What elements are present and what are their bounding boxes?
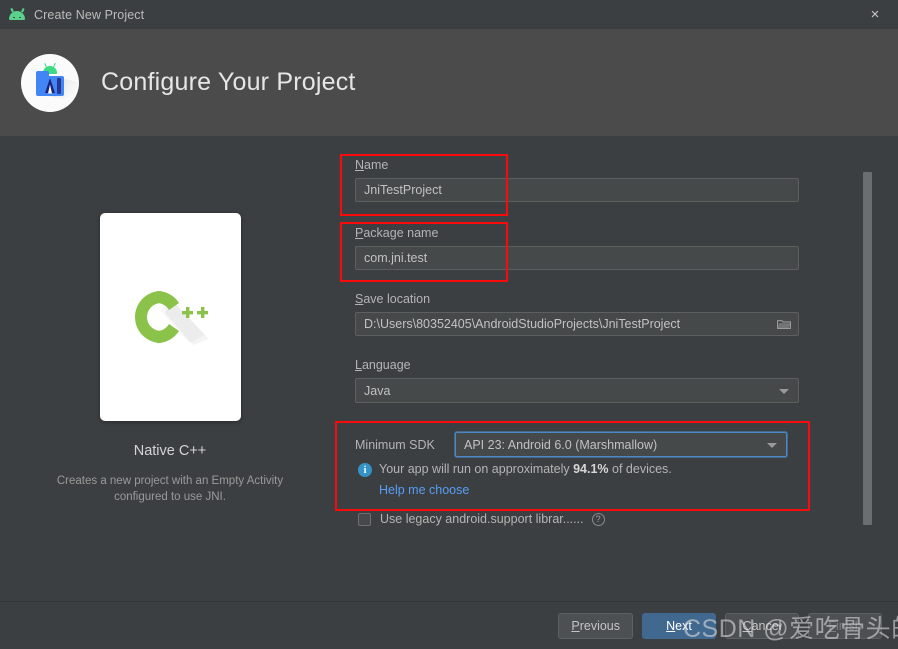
- next-button[interactable]: Next: [642, 613, 716, 639]
- page-title: Configure Your Project: [101, 68, 356, 96]
- name-label: Name: [355, 158, 389, 172]
- android-studio-logo-icon: [21, 53, 79, 112]
- folder-icon[interactable]: [777, 319, 791, 330]
- field-save-location: Save location D:\Users\80352405\AndroidS…: [355, 292, 799, 336]
- sdk-coverage-note: i Your app will run on approximately 94.…: [358, 462, 672, 477]
- help-icon[interactable]: ?: [591, 512, 605, 526]
- package-name-label: Package name: [355, 226, 439, 240]
- field-minimum-sdk: Minimum SDK API 23: Android 6.0 (Marshma…: [355, 432, 787, 457]
- scrollbar-thumb[interactable]: [863, 172, 872, 525]
- dialog-body: Native C++ Creates a new project with an…: [0, 136, 898, 601]
- dialog-header: Configure Your Project: [0, 29, 898, 136]
- cancel-button[interactable]: Cancel: [725, 613, 799, 639]
- legacy-support-checkbox[interactable]: [358, 512, 371, 526]
- previous-button[interactable]: Previous: [558, 613, 633, 639]
- chevron-down-icon: [767, 442, 777, 448]
- template-thumbnail: [99, 213, 241, 421]
- vertical-scrollbar[interactable]: [863, 136, 872, 601]
- titlebar: Create New Project ×: [0, 0, 898, 29]
- cpp-logo-icon: [135, 290, 209, 345]
- save-location-value: D:\Users\80352405\AndroidStudioProjects\…: [364, 317, 681, 331]
- button-bar: Previous Next Cancel Finish: [558, 613, 882, 639]
- save-location-input[interactable]: D:\Users\80352405\AndroidStudioProjects\…: [355, 312, 799, 336]
- android-icon: [9, 7, 25, 23]
- minimum-sdk-label: Minimum SDK: [355, 437, 435, 452]
- info-icon: i: [358, 463, 372, 477]
- close-icon[interactable]: ×: [852, 0, 898, 29]
- window-title: Create New Project: [34, 7, 145, 22]
- template-preview: Native C++ Creates a new project with an…: [0, 136, 340, 506]
- help-me-choose-link[interactable]: Help me choose: [379, 483, 469, 497]
- field-language: Language Java: [355, 358, 799, 403]
- legacy-support-row: Use legacy android.support librar...... …: [358, 512, 605, 526]
- save-location-label: Save location: [355, 292, 431, 306]
- language-dropdown[interactable]: Java: [355, 378, 799, 403]
- field-name: Name JniTestProject: [355, 158, 799, 202]
- language-value: Java: [364, 383, 391, 398]
- field-package-name: Package name com.jni.test: [355, 226, 799, 270]
- template-name: Native C++: [133, 443, 207, 459]
- language-label: Language: [355, 358, 411, 372]
- dialog-footer: Previous Next Cancel Finish: [0, 601, 898, 649]
- finish-button[interactable]: Finish: [808, 613, 882, 639]
- create-new-project-dialog: Create New Project × Configure Your Proj…: [0, 0, 898, 649]
- name-input[interactable]: JniTestProject: [355, 178, 799, 202]
- chevron-down-icon: [779, 388, 789, 394]
- minimum-sdk-value: API 23: Android 6.0 (Marshmallow): [464, 437, 658, 452]
- template-description: Creates a new project with an Empty Acti…: [56, 475, 284, 504]
- minimum-sdk-dropdown[interactable]: API 23: Android 6.0 (Marshmallow): [455, 432, 787, 457]
- legacy-support-label: Use legacy android.support librar......: [380, 512, 584, 526]
- sdk-coverage-text: Your app will run on approximately 94.1%…: [379, 462, 672, 476]
- package-name-input[interactable]: com.jni.test: [355, 246, 799, 270]
